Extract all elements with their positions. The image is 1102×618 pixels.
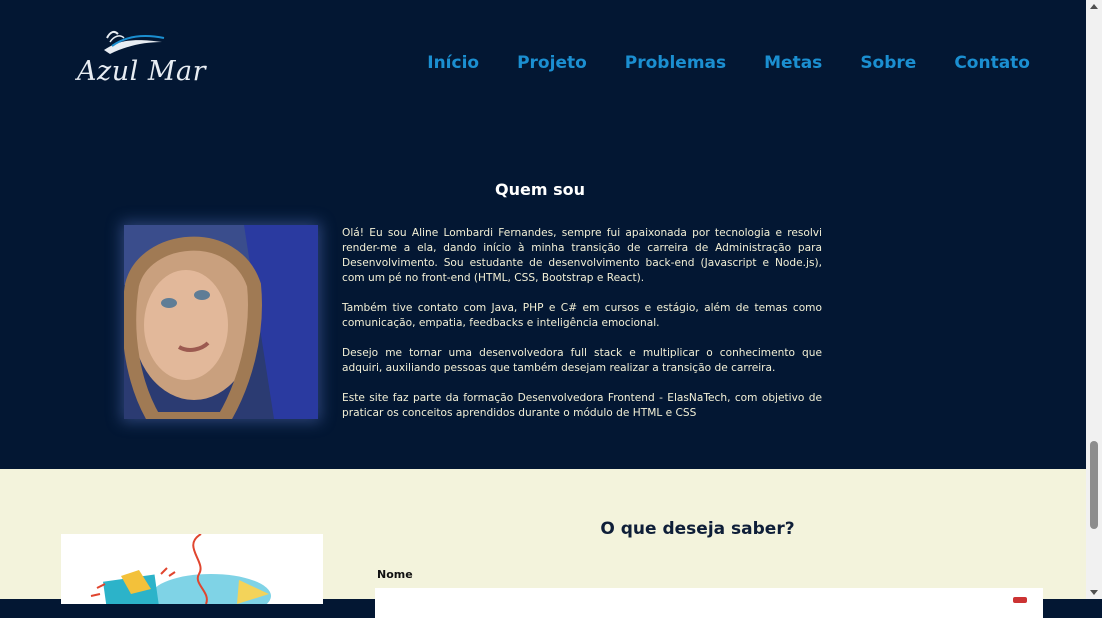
scrollbar-thumb[interactable] (1090, 441, 1098, 529)
name-input[interactable] (375, 588, 1043, 618)
contact-section: O que deseja saber? Nome (0, 469, 1086, 618)
nav-item-sobre[interactable]: Sobre (860, 53, 916, 73)
scroll-down-arrow-icon[interactable] (1090, 590, 1098, 595)
about-text: Olá! Eu sou Aline Lombardi Fernandes, se… (342, 226, 822, 436)
main-nav: Início Projeto Problemas Metas Sobre Con… (389, 53, 1030, 73)
scroll-up-arrow-icon[interactable] (1090, 4, 1098, 9)
about-section: Quem sou Olá! Eu sou Aline Lombardi Fern… (0, 130, 1086, 469)
nav-item-contato[interactable]: Contato (954, 53, 1030, 73)
nav-item-projeto[interactable]: Projeto (517, 53, 587, 73)
about-title: Quem sou (495, 180, 585, 199)
scrollbar[interactable] (1086, 0, 1102, 599)
nav-item-problemas[interactable]: Problemas (625, 53, 726, 73)
about-paragraph: Desejo me tornar uma desenvolvedora full… (342, 347, 822, 374)
name-label: Nome (377, 568, 413, 581)
profile-photo (124, 225, 318, 419)
nav-item-metas[interactable]: Metas (764, 53, 822, 73)
logo-text: Azul Mar (77, 56, 206, 87)
autofill-icon[interactable] (1013, 597, 1027, 603)
logo[interactable]: Azul Mar (74, 28, 205, 100)
about-paragraph: Também tive contato com Java, PHP e C# e… (342, 302, 822, 329)
about-paragraph: Este site faz parte da formação Desenvol… (342, 392, 822, 419)
contact-title: O que deseja saber? (600, 519, 795, 539)
site-header: Azul Mar Início Projeto Problemas Metas … (0, 0, 1086, 130)
contact-illustration (61, 534, 323, 604)
nav-item-inicio[interactable]: Início (427, 53, 479, 73)
about-paragraph: Olá! Eu sou Aline Lombardi Fernandes, se… (342, 227, 822, 284)
